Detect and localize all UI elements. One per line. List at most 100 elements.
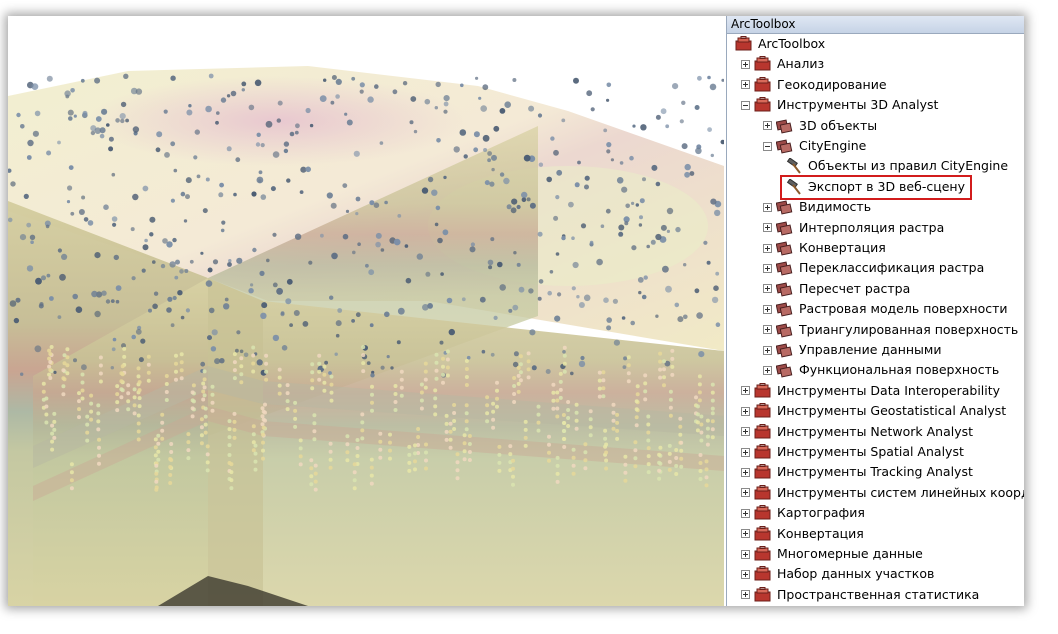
tree-item-raster-interpolation[interactable]: Интерполяция растра: [763, 218, 944, 238]
expand-icon[interactable]: [741, 59, 750, 69]
data-point: [480, 105, 488, 112]
borehole-sample: [566, 408, 571, 412]
expand-icon[interactable]: [741, 467, 750, 477]
tree-item-geostatistical[interactable]: Инструменты Geostatistical Analyst: [741, 401, 1006, 421]
tree-item-spatial-stats[interactable]: Пространственная статистика: [741, 585, 979, 605]
expand-icon[interactable]: [741, 386, 750, 396]
expand-icon[interactable]: [763, 263, 772, 273]
borehole-sample: [455, 460, 460, 465]
data-point: [487, 259, 494, 266]
expand-icon[interactable]: [741, 488, 750, 498]
expand-icon[interactable]: [763, 121, 772, 131]
expand-icon[interactable]: [763, 304, 772, 314]
data-point: [665, 124, 670, 129]
data-point: [81, 364, 87, 371]
data-point: [309, 123, 314, 128]
borehole-sample: [205, 468, 210, 473]
tree-item-multidimension[interactable]: Многомерные данные: [741, 544, 923, 564]
data-point: [172, 295, 177, 301]
expand-icon[interactable]: [763, 223, 772, 233]
borehole-sample: [699, 422, 704, 427]
tree-item-visibility[interactable]: Видимость: [763, 197, 871, 217]
toolset-icon: [775, 362, 794, 378]
data-point: [641, 294, 647, 300]
data-point: [427, 303, 433, 309]
borehole-sample: [434, 376, 439, 381]
tree-item-features-from-rules[interactable]: Объекты из правил CityEngine: [785, 156, 1008, 176]
borehole-sample: [120, 364, 125, 369]
tree-item-triangulated-surface[interactable]: Триангулированная поверхность: [763, 320, 1018, 340]
tree-item-linear-ref[interactable]: Инструменты систем линейных коорд: [741, 483, 1024, 503]
expand-icon[interactable]: [763, 345, 772, 355]
borehole-sample: [115, 400, 120, 405]
data-point: [435, 205, 441, 211]
3d-scene-view[interactable]: [8, 16, 724, 606]
expand-icon[interactable]: [741, 80, 750, 90]
tree-item-analysis[interactable]: Анализ: [741, 54, 824, 74]
borehole-sample: [50, 439, 55, 444]
tree-item-raster-surface[interactable]: Растровая модель поверхности: [763, 299, 1008, 319]
tree-item-data-management-3d[interactable]: Управление данными: [763, 340, 941, 360]
data-point: [710, 198, 717, 205]
collapse-icon[interactable]: [741, 100, 750, 110]
expand-icon[interactable]: [763, 325, 772, 335]
tree-item-label: Объекты из правил CityEngine: [808, 158, 1009, 174]
data-point: [270, 186, 276, 192]
data-point: [299, 190, 304, 195]
data-point: [650, 239, 656, 245]
borehole-sample: [85, 438, 90, 443]
tree-item-arctoolbox[interactable]: ArcToolbox: [735, 34, 825, 54]
tree-item-3d-analyst[interactable]: Инструменты 3D Analyst: [741, 95, 938, 115]
data-point: [631, 201, 635, 205]
tree-item-conversion[interactable]: Конвертация: [741, 524, 864, 544]
tree-item-data-interop[interactable]: Инструменты Data Interoperability: [741, 381, 1000, 401]
data-point: [223, 303, 230, 310]
borehole-sample: [251, 440, 256, 445]
expand-icon[interactable]: [741, 569, 750, 579]
expand-icon[interactable]: [741, 447, 750, 457]
borehole-sample: [562, 345, 567, 350]
borehole-sample: [156, 441, 161, 446]
data-point: [170, 198, 175, 203]
expand-icon[interactable]: [741, 549, 750, 559]
data-point: [35, 277, 42, 285]
expand-icon[interactable]: [763, 365, 772, 375]
borehole-sample: [360, 420, 365, 425]
tree-item-geocoding[interactable]: Геокодирование: [741, 75, 887, 95]
data-point: [19, 234, 27, 241]
borehole-sample: [419, 382, 424, 387]
expand-icon[interactable]: [741, 406, 750, 416]
data-point: [173, 168, 178, 173]
expand-icon[interactable]: [741, 529, 750, 539]
tree-item-3d-objects[interactable]: 3D объекты: [763, 116, 877, 136]
tree-item-raster-math[interactable]: Пересчет растра: [763, 279, 910, 299]
tree-item-tracking[interactable]: Инструменты Tracking Analyst: [741, 462, 973, 482]
data-point: [463, 154, 468, 159]
tree-item-spatial[interactable]: Инструменты Spatial Analyst: [741, 442, 964, 462]
borehole-sample: [583, 458, 588, 463]
data-point: [624, 221, 629, 226]
tree-item-raster-reclass[interactable]: Переклассификация растра: [763, 258, 984, 278]
tree-item-cityengine[interactable]: CityEngine: [763, 136, 866, 156]
tree-item-conversion-3d[interactable]: Конвертация: [763, 238, 886, 258]
expand-icon[interactable]: [763, 284, 772, 294]
data-point: [683, 263, 687, 267]
tree-item-cartography[interactable]: Картография: [741, 503, 865, 523]
expand-icon[interactable]: [741, 427, 750, 437]
borehole-sample: [52, 411, 57, 416]
expand-icon[interactable]: [763, 202, 772, 212]
borehole-sample: [646, 438, 651, 443]
toolset-icon: [775, 322, 794, 338]
expand-icon[interactable]: [741, 508, 750, 518]
tree-item-functional-surface[interactable]: Функциональная поверхность: [763, 360, 999, 380]
borehole-sample: [50, 431, 55, 436]
borehole-sample: [658, 367, 663, 372]
borehole-sample: [667, 443, 672, 448]
tree-item-network[interactable]: Инструменты Network Analyst: [741, 422, 973, 442]
tree-item-parcel-fabric[interactable]: Набор данных участков: [741, 564, 934, 584]
data-point: [324, 360, 328, 365]
expand-icon[interactable]: [763, 243, 772, 253]
collapse-icon[interactable]: [763, 141, 772, 151]
expand-icon[interactable]: [741, 590, 750, 600]
borehole-sample: [679, 440, 684, 445]
